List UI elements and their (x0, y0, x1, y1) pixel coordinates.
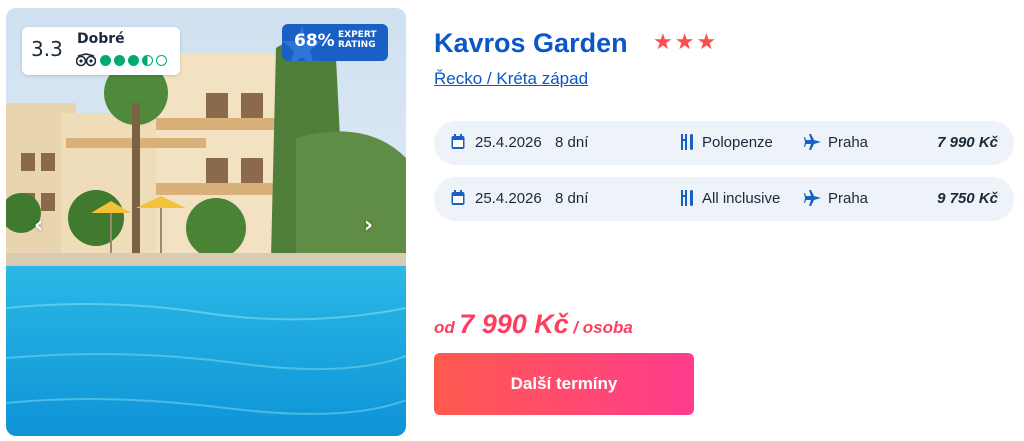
plane-icon (804, 189, 822, 211)
hotel-name[interactable]: Kavros Garden (434, 28, 628, 59)
hotel-photo[interactable]: 3.3 Dobré 68% EXPERT RATING ‹ › (6, 8, 406, 436)
chevron-right-icon[interactable]: › (364, 213, 373, 238)
expert-rating-line2: RATING (338, 40, 376, 50)
calendar-icon (451, 190, 465, 210)
offer-price: 7 990 Kč (937, 134, 998, 151)
price-summary: od 7 990 Kč / osoba (434, 309, 633, 340)
offer-board: Polopenze (702, 134, 773, 151)
offer-duration: 8 dní (555, 134, 589, 151)
offer-board: All inclusive (702, 190, 781, 207)
cutlery-icon (680, 190, 694, 210)
offer-departure: Praha (828, 134, 869, 151)
rating-dot (114, 55, 125, 66)
expert-rating-line1: EXPERT (338, 30, 377, 40)
expert-rating-badge: 68% EXPERT RATING (282, 24, 388, 61)
chevron-left-icon[interactable]: ‹ (34, 213, 43, 238)
expert-rating-percent: 68% (294, 31, 335, 51)
offer-date: 25.4.2026 (475, 134, 542, 151)
rating-dot (156, 55, 167, 66)
price-amount: 7 990 Kč (459, 309, 569, 339)
rating-dot (100, 55, 111, 66)
plane-icon (804, 133, 822, 155)
expert-rating-text: EXPERT RATING (338, 30, 377, 50)
rating-score: 3.3 (31, 37, 63, 61)
rating-dot (142, 55, 153, 66)
calendar-icon (451, 134, 465, 154)
rating-dot (128, 55, 139, 66)
offer-row[interactable]: 25.4.2026 8 dní Polopenze Praha 7 990 Kč (434, 121, 1014, 165)
offer-date: 25.4.2026 (475, 190, 542, 207)
hotel-stars: ★★★ (653, 30, 719, 55)
offer-departure: Praha (828, 190, 869, 207)
offer-row[interactable]: 25.4.2026 8 dní All inclusive Praha 9 75… (434, 177, 1014, 221)
rating-dots (100, 55, 167, 66)
hotel-location-link[interactable]: Řecko / Kréta západ (434, 69, 588, 89)
cutlery-icon (680, 134, 694, 154)
price-prefix: od (434, 318, 455, 337)
offer-duration: 8 dní (555, 190, 589, 207)
offer-price: 9 750 Kč (937, 190, 998, 207)
more-dates-button[interactable]: Další termíny (434, 353, 694, 415)
tripadvisor-rating-badge: 3.3 Dobré (22, 27, 180, 75)
price-per-person: / osoba (573, 318, 633, 337)
rating-label: Dobré (77, 31, 125, 47)
